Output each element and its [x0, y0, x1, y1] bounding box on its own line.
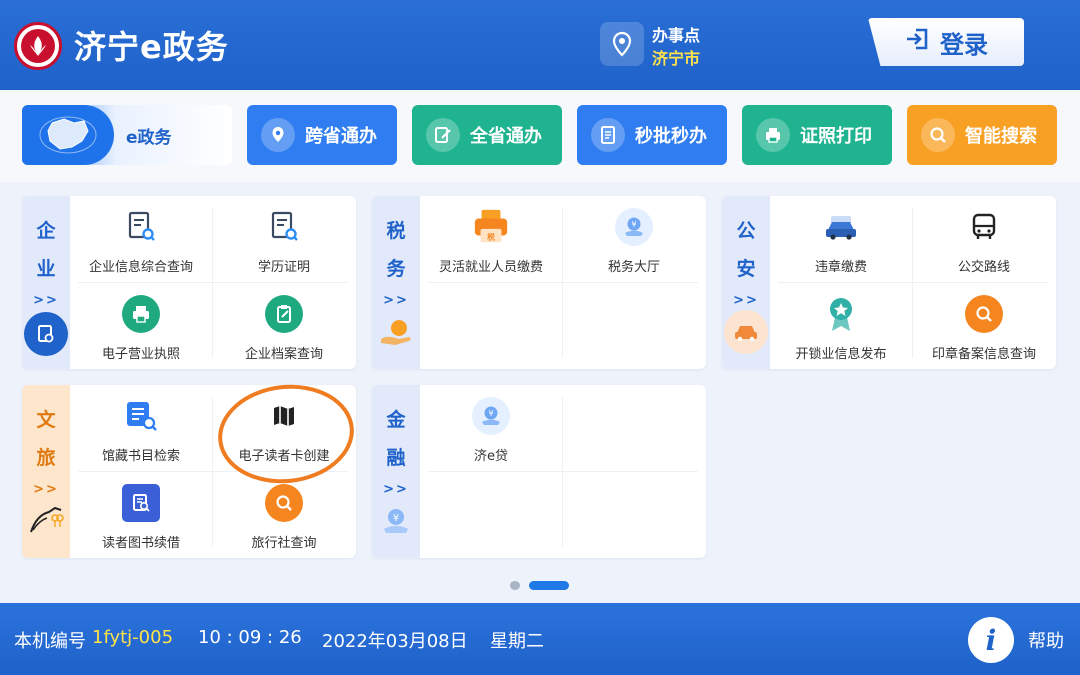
office-city[interactable]: 济宁市 [652, 45, 700, 69]
top-header: 济宁e政务 办事点 济宁市 登录 [0, 0, 1080, 90]
coin-hand-icon: ¥ [615, 208, 653, 246]
service-enterprise-archive-query[interactable]: 企业档案查询 [213, 283, 355, 369]
pager-dot-1[interactable] [510, 581, 520, 590]
nav-tile-label: 智能搜索 [965, 126, 1037, 147]
section-title-char: 文 [36, 409, 56, 431]
svg-text:¥: ¥ [631, 220, 636, 229]
help-label[interactable]: 帮助 [1028, 627, 1064, 653]
clipboard-edit-icon [265, 295, 303, 333]
section-sidebar[interactable]: 文 旅 >> [22, 385, 70, 558]
section-finance: 金 融 >> ¥ ¥ 济e贷 [372, 385, 706, 558]
nav-tile-label: 跨省通办 [305, 126, 377, 147]
svg-text:¥: ¥ [393, 513, 399, 524]
search-icon [265, 484, 303, 522]
section-more[interactable]: >> [22, 482, 70, 497]
section-more[interactable]: >> [22, 293, 70, 308]
section-title-char: 企 [36, 220, 56, 242]
section-title-char: 安 [736, 258, 756, 280]
section-tax: 税 务 >> 税 灵活就业人员缴费 ¥ 税务大厅 [372, 196, 706, 369]
nav-tile-label: e政务 [126, 127, 172, 148]
login-button[interactable]: 登录 [868, 18, 1024, 66]
nav-tile-instant-approval[interactable]: 秒批秒办 [577, 105, 727, 165]
document-search-icon [122, 208, 160, 246]
award-ribbon-icon [822, 295, 860, 333]
help-info-icon[interactable]: i [968, 617, 1014, 663]
service-e-business-license[interactable]: 电子营业执照 [70, 283, 212, 369]
traffic-car-icon [822, 208, 860, 246]
printer-icon [122, 295, 160, 333]
nav-tile-smart-search[interactable]: 智能搜索 [907, 105, 1057, 165]
bottom-status-bar: 本机编号 1fytj-005 10 : 09 : 26 2022年03月08日 … [0, 603, 1080, 675]
section-more[interactable]: >> [372, 293, 420, 308]
section-title-char: 旅 [36, 447, 56, 469]
tax-hand-coin-icon [374, 310, 418, 354]
section-more[interactable]: >> [372, 482, 420, 497]
section-sidebar[interactable]: 金 融 >> ¥ [372, 385, 420, 558]
service-locksmith-info[interactable]: 开锁业信息发布 [770, 283, 912, 369]
current-date: 2022年03月08日 [322, 631, 468, 652]
service-bus-route[interactable]: 公交路线 [913, 196, 1055, 282]
service-flexible-employment-payment[interactable]: 税 灵活就业人员缴费 [420, 196, 562, 282]
nav-tile-label: 秒批秒办 [635, 126, 707, 147]
section-sidebar[interactable]: 公 安 >> [722, 196, 770, 369]
service-enterprise-info-query[interactable]: 企业信息综合查询 [70, 196, 212, 282]
section-police: 公 安 >> 违章缴费 公交路线 开锁业信息发布 印章备案信息查询 [722, 196, 1056, 369]
bus-icon [965, 208, 1003, 246]
service-education-certificate[interactable]: 学历证明 [213, 196, 355, 282]
nav-tile-whole-province[interactable]: 全省通办 [412, 105, 562, 165]
svg-text:¥: ¥ [488, 409, 493, 418]
section-title-char: 公 [736, 220, 756, 242]
service-library-catalog-search[interactable]: 馆藏书目检索 [70, 385, 212, 471]
office-label: 办事点 [652, 26, 701, 45]
section-title-char: 业 [36, 258, 56, 280]
map-icon [22, 105, 114, 165]
section-title-char: 金 [386, 409, 406, 431]
section-sidebar[interactable]: 税 务 >> [372, 196, 420, 369]
device-id: 1fytj-005 [92, 627, 174, 648]
section-more[interactable]: >> [722, 293, 770, 308]
weekday: 星期二 [490, 631, 544, 652]
location-icon [261, 118, 295, 152]
login-icon [904, 26, 930, 58]
book-search-icon [122, 484, 160, 522]
list-search-icon [122, 397, 160, 435]
nav-tile-egov[interactable]: e政务 [22, 105, 232, 165]
location-pin-icon[interactable] [600, 22, 644, 66]
pager-dot-2-active[interactable] [529, 581, 569, 590]
document-search-icon [265, 208, 303, 246]
section-enterprise: 企 业 >> 企业信息综合查询 学历证明 电子营业执照 企业档案查询 [22, 196, 356, 369]
clock-time: 10 : 09 : 26 [198, 627, 302, 648]
search-icon [921, 118, 955, 152]
coin-hand-icon: ¥ [374, 499, 418, 543]
nav-tile-label: 证照打印 [800, 126, 872, 147]
section-title-char: 融 [386, 447, 406, 469]
seal-search-icon [965, 295, 1003, 333]
login-label: 登录 [940, 30, 988, 59]
app-title: 济宁e政务 [74, 28, 229, 66]
category-nav: e政务 跨省通办 全省通办 秒批秒办 证照打印 智能搜索 [0, 90, 1080, 182]
service-travel-agency-query[interactable]: 旅行社查询 [213, 472, 355, 558]
jining-emblem-icon [14, 22, 62, 70]
printer-icon [756, 118, 790, 152]
section-sidebar[interactable]: 企 业 >> [22, 196, 70, 369]
service-jining-e-loan[interactable]: ¥ 济e贷 [420, 385, 562, 471]
nav-tile-license-print[interactable]: 证照打印 [742, 105, 892, 165]
service-violation-payment[interactable]: 违章缴费 [770, 196, 912, 282]
tax-printer-icon: 税 [472, 208, 510, 246]
device-label: 本机编号 [14, 631, 86, 652]
service-tax-hall[interactable]: ¥ 税务大厅 [563, 196, 705, 282]
service-seal-record-query[interactable]: 印章备案信息查询 [913, 283, 1055, 369]
great-wall-icon [24, 497, 68, 541]
svg-text:税: 税 [487, 231, 495, 241]
coin-hand-icon: ¥ [472, 397, 510, 435]
document-icon [591, 118, 625, 152]
nav-tile-cross-province[interactable]: 跨省通办 [247, 105, 397, 165]
section-title-char: 务 [386, 258, 406, 280]
nav-tile-label: 全省通办 [470, 126, 542, 147]
section-title-char: 税 [386, 220, 406, 242]
car-icon [724, 310, 768, 354]
enterprise-doc-icon [24, 312, 68, 356]
service-reader-book-renewal[interactable]: 读者图书续借 [70, 472, 212, 558]
edit-icon [426, 118, 460, 152]
